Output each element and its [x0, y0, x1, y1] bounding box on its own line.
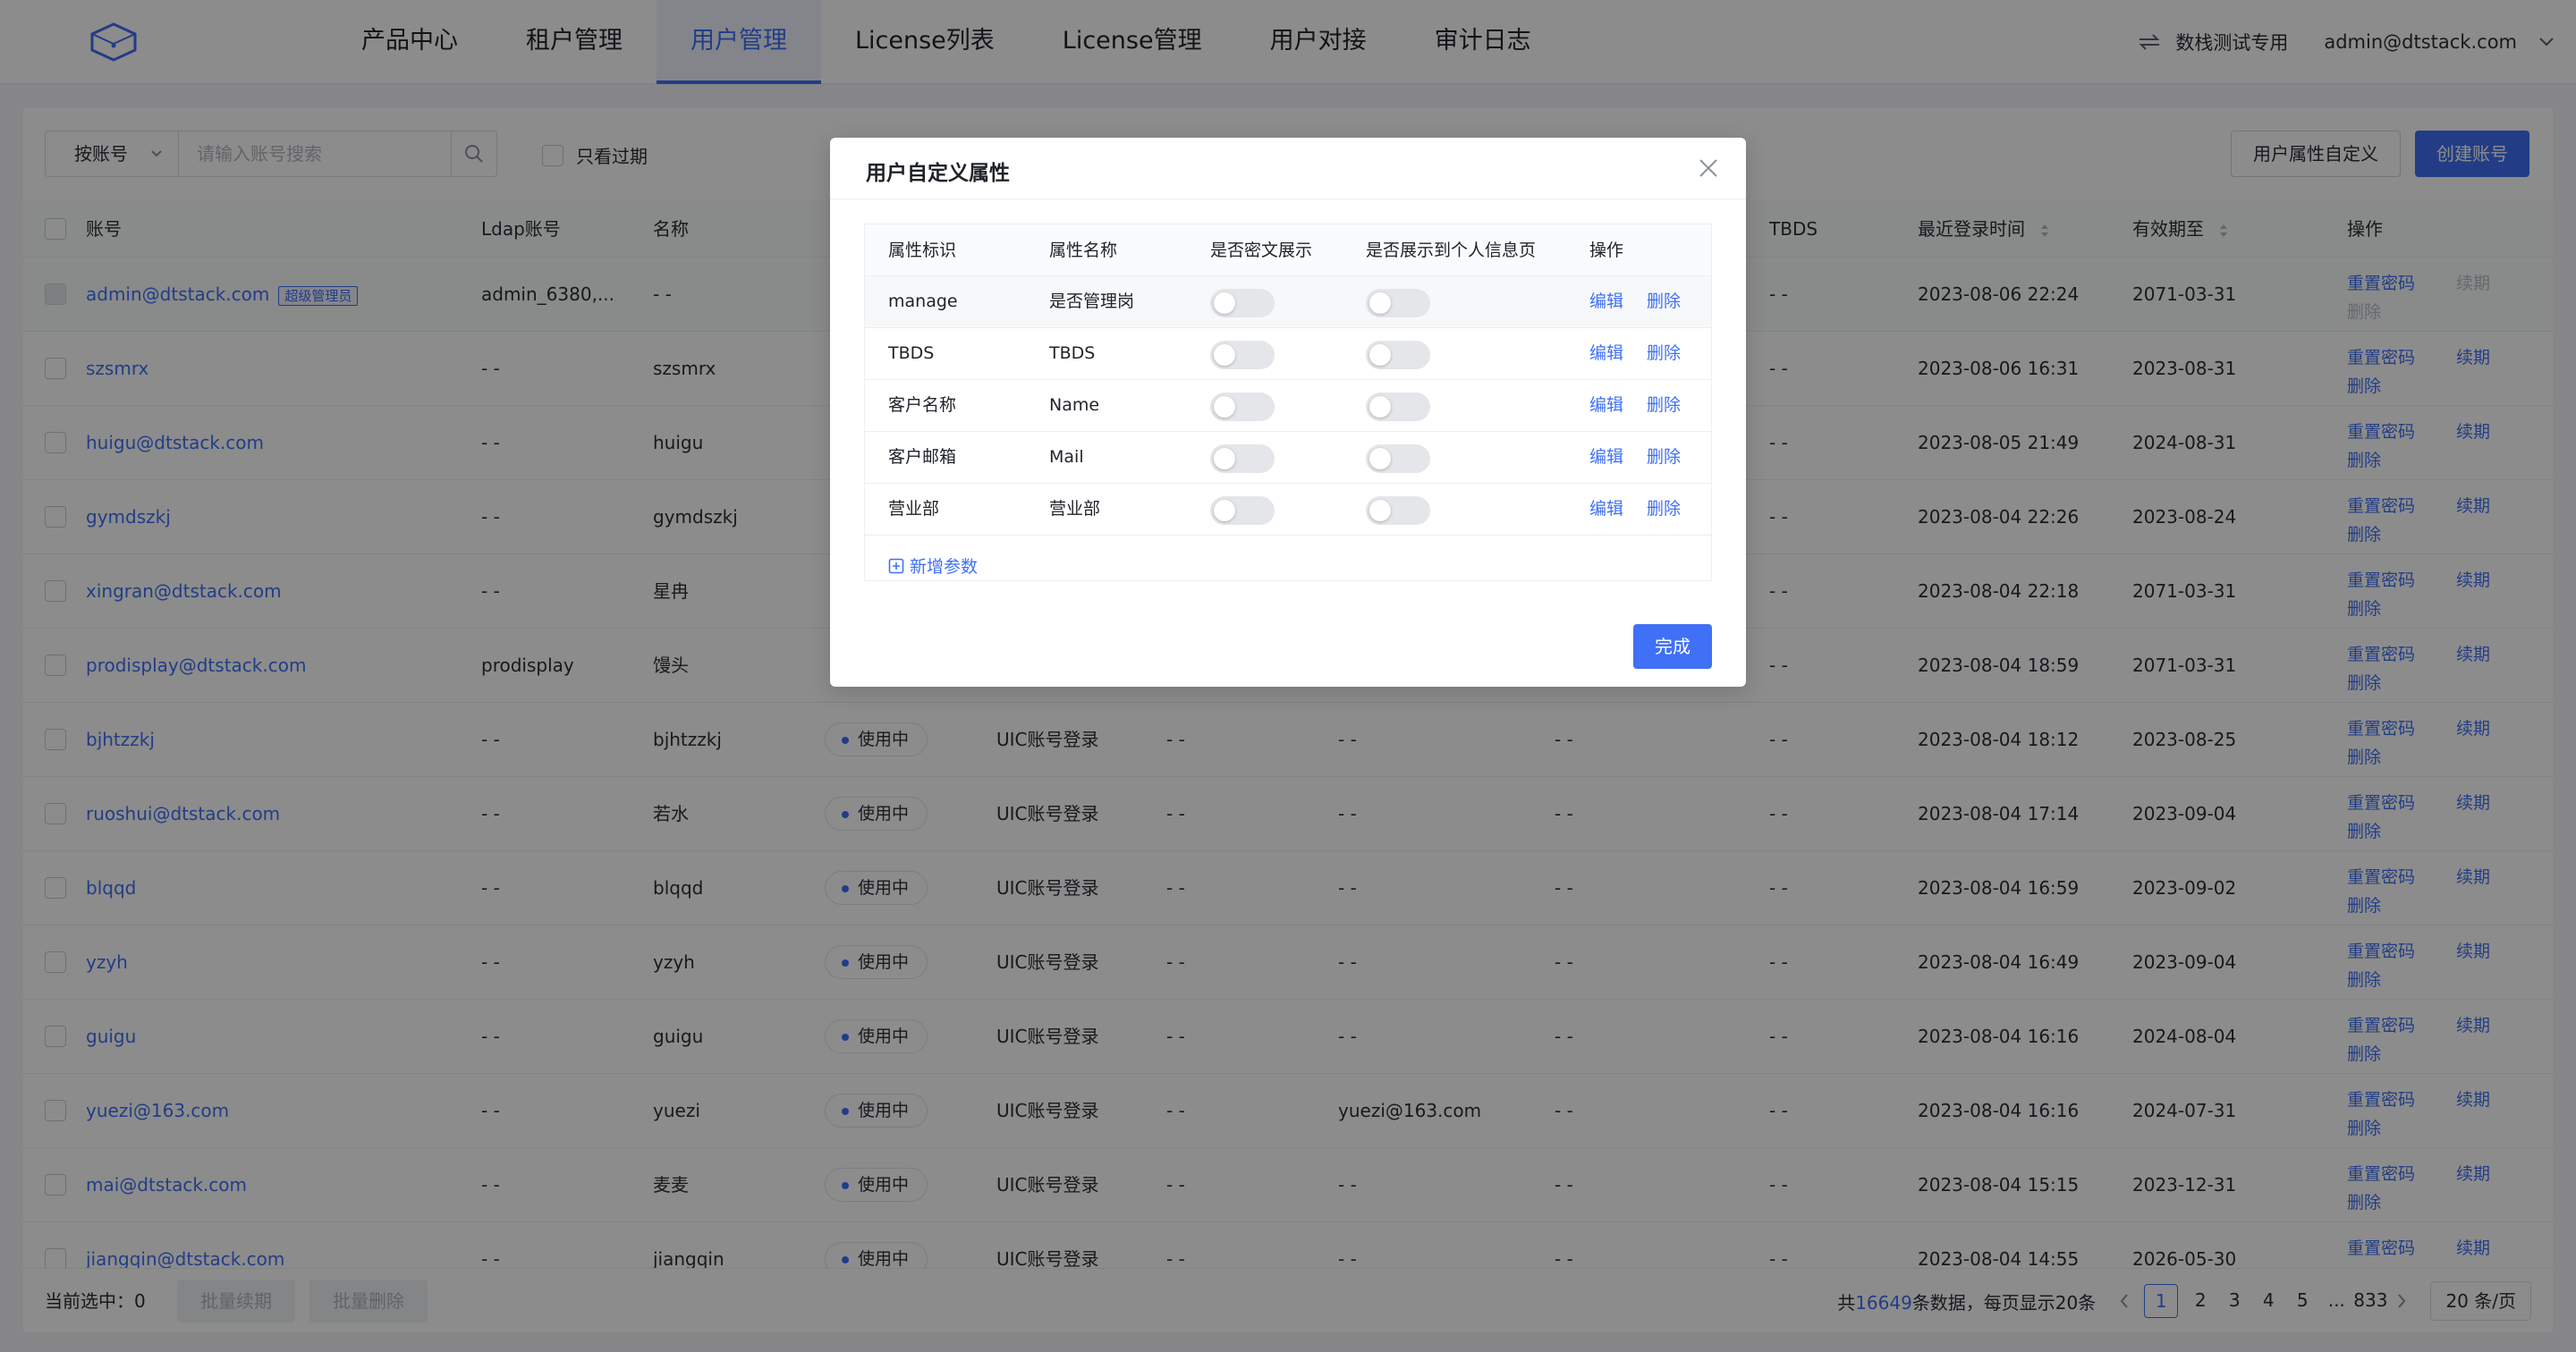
col-show-profile: 是否展示到个人信息页 [1366, 241, 1537, 260]
show-profile-toggle[interactable] [1366, 444, 1430, 473]
edit-link[interactable]: 编辑 [1589, 380, 1623, 431]
delete-link[interactable]: 删除 [1647, 432, 1681, 483]
cipher-toggle[interactable] [1210, 393, 1275, 421]
attr-key-cell: manage [888, 292, 958, 311]
show-profile-toggle[interactable] [1366, 341, 1430, 369]
show-profile-toggle[interactable] [1366, 289, 1430, 317]
col-attr-name: 属性名称 [1049, 241, 1118, 260]
attr-name-cell: 是否管理岗 [1049, 292, 1135, 311]
cipher-toggle[interactable] [1210, 289, 1275, 317]
cipher-toggle[interactable] [1210, 496, 1275, 525]
close-icon [1699, 159, 1717, 177]
attr-row: 客户邮箱 Mail 编辑 删除 [865, 432, 1711, 484]
attr-row: manage 是否管理岗 编辑 删除 [865, 276, 1711, 328]
user-attr-modal: 用户自定义属性 属性标识 属性名称 是否密文展示 是否展示到个人信息页 操作 m… [830, 138, 1746, 687]
done-button[interactable]: 完成 [1633, 624, 1712, 669]
attr-key-cell: TBDS [888, 343, 935, 363]
attr-key-cell: 营业部 [888, 499, 940, 519]
col-attr-key: 属性标识 [888, 241, 957, 260]
cipher-toggle[interactable] [1210, 341, 1275, 369]
add-param-label: 新增参数 [910, 557, 979, 577]
delete-link[interactable]: 删除 [1647, 380, 1681, 431]
cipher-toggle[interactable] [1210, 444, 1275, 473]
attr-table: 属性标识 属性名称 是否密文展示 是否展示到个人信息页 操作 manage 是否管… [864, 224, 1712, 581]
delete-link[interactable]: 删除 [1647, 328, 1681, 379]
add-param-button[interactable]: 新增参数 [888, 553, 978, 578]
show-profile-toggle[interactable] [1366, 393, 1430, 421]
attr-row: TBDS TBDS 编辑 删除 [865, 328, 1711, 380]
attr-key-cell: 客户邮箱 [888, 447, 957, 467]
modal-close-button[interactable] [1694, 154, 1723, 182]
edit-link[interactable]: 编辑 [1589, 432, 1623, 483]
delete-link[interactable]: 删除 [1647, 276, 1681, 327]
attr-key-cell: 客户名称 [888, 395, 957, 415]
attr-name-cell: Mail [1049, 447, 1084, 467]
attr-name-cell: Name [1049, 395, 1100, 415]
attr-row: 营业部 营业部 编辑 删除 [865, 484, 1711, 536]
edit-link[interactable]: 编辑 [1589, 276, 1623, 327]
attr-row: 客户名称 Name 编辑 删除 [865, 380, 1711, 432]
col-attr-ops: 操作 [1589, 241, 1624, 260]
plus-square-icon [888, 558, 904, 573]
modal-title: 用户自定义属性 [866, 162, 1010, 185]
attr-table-header: 属性标识 属性名称 是否密文展示 是否展示到个人信息页 操作 [865, 224, 1711, 276]
delete-link[interactable]: 删除 [1647, 484, 1681, 535]
col-cipher: 是否密文展示 [1210, 241, 1313, 260]
show-profile-toggle[interactable] [1366, 496, 1430, 525]
edit-link[interactable]: 编辑 [1589, 328, 1623, 379]
attr-name-cell: 营业部 [1049, 499, 1101, 519]
edit-link[interactable]: 编辑 [1589, 484, 1623, 535]
attr-name-cell: TBDS [1049, 343, 1096, 363]
